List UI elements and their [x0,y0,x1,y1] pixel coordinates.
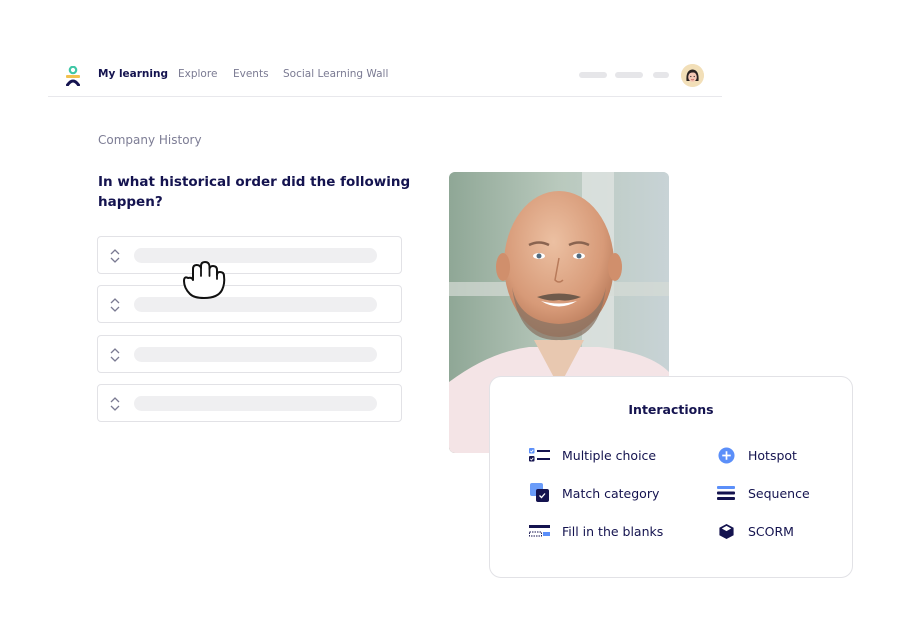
sequence-item-placeholder [134,297,377,312]
multiple-choice-icon [529,446,551,464]
breadcrumb: Company History [98,133,202,147]
interaction-scorm[interactable]: SCORM [715,522,794,540]
fill-blanks-icon [529,522,551,540]
interaction-label: Fill in the blanks [562,523,664,539]
drag-handle-icon[interactable] [109,347,121,363]
interaction-label: SCORM [748,523,794,539]
scorm-cube-icon [715,522,737,540]
nav-placeholder [579,72,607,78]
drag-handle-icon[interactable] [109,396,121,412]
interaction-sequence[interactable]: Sequence [715,484,810,502]
interaction-hotspot[interactable]: Hotspot [715,446,797,464]
nav-events[interactable]: Events [233,68,269,80]
interaction-label: Multiple choice [562,447,657,463]
interactions-title: Interactions [628,402,714,417]
interaction-fill-in-the-blanks[interactable]: Fill in the blanks [529,522,663,540]
sequence-item-placeholder [134,248,377,263]
sequence-item-placeholder [134,396,377,411]
person-logo-icon[interactable] [66,66,80,86]
sequence-item[interactable] [97,285,402,323]
interaction-multiple-choice[interactable]: Multiple choice [529,446,656,464]
sequence-item[interactable] [97,335,402,373]
sequence-item[interactable] [97,236,402,274]
nav-my-learning[interactable]: My learning [98,68,168,80]
sequence-item[interactable] [97,384,402,422]
drag-handle-icon[interactable] [109,248,121,264]
match-category-icon [529,483,551,502]
interaction-label: Sequence [748,485,810,501]
drag-handle-icon[interactable] [109,297,121,313]
nav-social-learning-wall[interactable]: Social Learning Wall [283,68,388,80]
interaction-label: Match category [562,485,660,501]
interaction-label: Hotspot [748,447,797,463]
question-heading: In what historical order did the followi… [98,174,411,210]
interaction-match-category[interactable]: Match category [529,483,660,502]
sequence-item-placeholder [134,347,377,362]
nav-explore[interactable]: Explore [178,68,217,80]
interactions-card: Interactions Multiple choice Hotspot Mat… [489,376,853,578]
top-navigation: My learning Explore Events Social Learni… [48,60,722,97]
hotspot-plus-icon [715,446,737,464]
grab-hand-cursor-icon [183,261,226,299]
sequence-icon [715,484,737,502]
nav-placeholder [615,72,643,78]
user-avatar[interactable] [681,64,704,87]
nav-placeholder [653,72,669,78]
